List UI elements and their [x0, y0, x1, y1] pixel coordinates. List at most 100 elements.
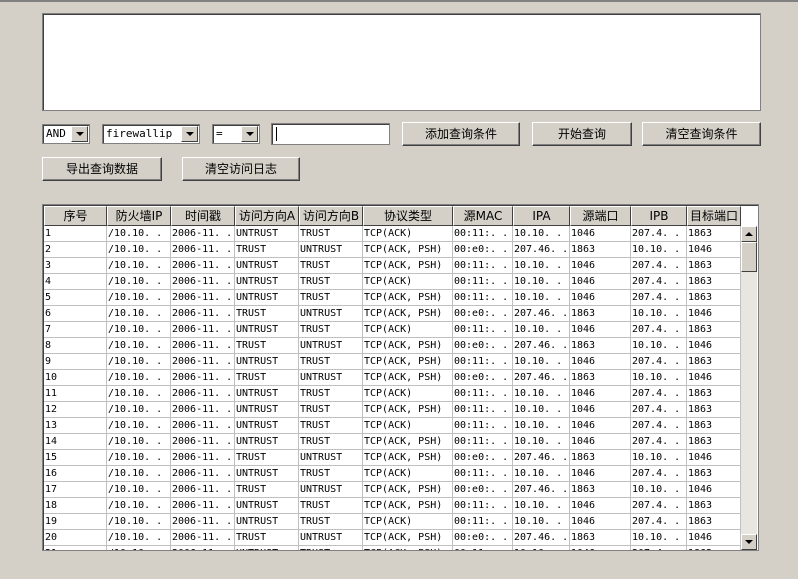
column-header-direction-b[interactable]: 访问方向B [299, 206, 363, 226]
column-header-protocol[interactable]: 协议类型 [363, 206, 453, 226]
condition-value-input[interactable] [271, 123, 390, 145]
chevron-down-icon[interactable] [181, 126, 198, 142]
cell-direction-a: UNTRUST [235, 514, 299, 530]
column-header-firewall-ip[interactable]: 防火墙IP [107, 206, 171, 226]
table-row[interactable]: 6/10.10. . . .2006-11. . .TRUSTUNTRUSTTC… [44, 306, 741, 322]
table-row[interactable]: 1/10.10. . . .2006-11. . .UNTRUSTTRUSTTC… [44, 226, 741, 242]
cell-timestamp: 2006-11. . . [171, 450, 235, 466]
cell-timestamp: 2006-11. . . [171, 306, 235, 322]
cell-firewall-ip: /10.10. . . . [107, 546, 171, 550]
table-row[interactable]: 10/10.10. . . .2006-11. . .TRUSTUNTRUSTT… [44, 370, 741, 386]
table-row[interactable]: 19/10.10. . . .2006-11. . .UNTRUSTTRUSTT… [44, 514, 741, 530]
cell-firewall-ip: /10.10. . . . [107, 514, 171, 530]
table-row[interactable]: 7/10.10. . . .2006-11. . .UNTRUSTTRUSTTC… [44, 322, 741, 338]
cell-src-mac: 00:11:. . . [453, 514, 513, 530]
clear-access-log-button[interactable]: 清空访问日志 [182, 157, 300, 181]
results-table[interactable]: 序号 防火墙IP 时间戳 访问方向A 访问方向B 协议类型 源MAC IPA 源端口 IPB 目标端… [42, 204, 759, 551]
column-header-ip-b[interactable]: IPB [631, 206, 687, 226]
column-header-ip-a[interactable]: IPA [513, 206, 570, 226]
chevron-down-icon[interactable] [71, 126, 88, 142]
add-condition-button[interactable]: 添加查询条件 [402, 122, 520, 146]
cell-dst-port: 1863 [687, 434, 741, 450]
cell-dst-port: 1863 [687, 418, 741, 434]
scroll-down-arrow-icon[interactable] [741, 534, 757, 550]
cell-src-port: 1863 [570, 530, 631, 546]
cell-src-port: 1863 [570, 482, 631, 498]
chevron-down-icon[interactable] [241, 126, 258, 142]
export-data-button[interactable]: 导出查询数据 [42, 157, 162, 181]
cell-seq: 13 [44, 418, 107, 434]
table-row[interactable]: 4/10.10. . . .2006-11. . .UNTRUSTTRUSTTC… [44, 274, 741, 290]
operator-value: = [216, 127, 223, 140]
cell-timestamp: 2006-11. . . [171, 354, 235, 370]
cell-seq: 6 [44, 306, 107, 322]
cell-direction-a: UNTRUST [235, 258, 299, 274]
table-row[interactable]: 17/10.10. . . .2006-11. . .TRUSTUNTRUSTT… [44, 482, 741, 498]
table-row[interactable]: 3/10.10. . . .2006-11. . .UNTRUSTTRUSTTC… [44, 258, 741, 274]
cell-direction-b: TRUST [299, 274, 363, 290]
cell-direction-b: TRUST [299, 290, 363, 306]
cell-ip-a: 10.10. . . [513, 402, 570, 418]
cell-timestamp: 2006-11. . . [171, 466, 235, 482]
table-header: 序号 防火墙IP 时间戳 访问方向A 访问方向B 协议类型 源MAC IPA 源端口 IPB 目标端… [44, 206, 741, 226]
cell-protocol: TCP(ACK) [363, 418, 453, 434]
table-row[interactable]: 2/10.10. . . .2006-11. . .TRUSTUNTRUSTTC… [44, 242, 741, 258]
cell-protocol: TCP(ACK) [363, 226, 453, 242]
cell-timestamp: 2006-11. . . [171, 370, 235, 386]
table-row[interactable]: 8/10.10. . . .2006-11. . .TRUSTUNTRUSTTC… [44, 338, 741, 354]
table-row[interactable]: 14/10.10. . . .2006-11. . .UNTRUSTTRUSTT… [44, 434, 741, 450]
table-row[interactable]: 21/10.10. . . .2006-11. . .UNTRUSTTRUSTT… [44, 546, 741, 550]
cell-seq: 10 [44, 370, 107, 386]
cell-direction-b: TRUST [299, 402, 363, 418]
table-row[interactable]: 20/10.10. . . .2006-11. . .TRUSTUNTRUSTT… [44, 530, 741, 546]
table-row[interactable]: 5/10.10. . . .2006-11. . .UNTRUSTTRUSTTC… [44, 290, 741, 306]
table-row[interactable]: 12/10.10. . . .2006-11. . .UNTRUSTTRUSTT… [44, 402, 741, 418]
operator-select[interactable]: = [212, 124, 260, 144]
table-row[interactable]: 15/10.10. . . .2006-11. . .TRUSTUNTRUSTT… [44, 450, 741, 466]
table-row[interactable]: 11/10.10. . . .2006-11. . .UNTRUSTTRUSTT… [44, 386, 741, 402]
cell-ip-b: 207.4. . . [631, 354, 687, 370]
clear-conditions-button[interactable]: 清空查询条件 [642, 122, 761, 146]
cell-direction-b: TRUST [299, 354, 363, 370]
scroll-up-arrow-icon[interactable] [741, 226, 757, 242]
table-row[interactable]: 9/10.10. . . .2006-11. . .UNTRUSTTRUSTTC… [44, 354, 741, 370]
cell-direction-b: TRUST [299, 322, 363, 338]
column-header-src-port[interactable]: 源端口 [570, 206, 631, 226]
table-row[interactable]: 13/10.10. . . .2006-11. . .UNTRUSTTRUSTT… [44, 418, 741, 434]
column-header-src-mac[interactable]: 源MAC [453, 206, 513, 226]
query-log-textarea[interactable] [42, 13, 761, 111]
cell-firewall-ip: /10.10. . . . [107, 242, 171, 258]
cell-protocol: TCP(ACK) [363, 514, 453, 530]
column-header-direction-a[interactable]: 访问方向A [235, 206, 299, 226]
cell-src-port: 1046 [570, 402, 631, 418]
window-top-border [0, 0, 798, 2]
cell-dst-port: 1046 [687, 482, 741, 498]
cell-direction-a: TRUST [235, 242, 299, 258]
cell-protocol: TCP(ACK) [363, 386, 453, 402]
cell-ip-a: 10.10. . . [513, 386, 570, 402]
table-row[interactable]: 18/10.10. . . .2006-11. . .UNTRUSTTRUSTT… [44, 498, 741, 514]
column-header-dst-port[interactable]: 目标端口 [687, 206, 741, 226]
logic-operator-value: AND [46, 127, 66, 140]
cell-dst-port: 1863 [687, 546, 741, 550]
cell-ip-b: 207.4. . . [631, 258, 687, 274]
cell-seq: 20 [44, 530, 107, 546]
cell-firewall-ip: /10.10. . . . [107, 402, 171, 418]
field-select[interactable]: firewallip [102, 124, 200, 144]
table-row[interactable]: 16/10.10. . . .2006-11. . .UNTRUSTTRUSTT… [44, 466, 741, 482]
vertical-scrollbar[interactable] [741, 226, 757, 550]
cell-seq: 11 [44, 386, 107, 402]
start-query-button[interactable]: 开始查询 [532, 122, 632, 146]
cell-src-port: 1046 [570, 498, 631, 514]
cell-timestamp: 2006-11. . . [171, 258, 235, 274]
cell-ip-b: 10.10. . . [631, 530, 687, 546]
cell-protocol: TCP(ACK) [363, 322, 453, 338]
scrollbar-thumb[interactable] [741, 242, 757, 272]
logic-operator-select[interactable]: AND [42, 124, 90, 144]
column-header-seq[interactable]: 序号 [44, 206, 107, 226]
cell-direction-a: UNTRUST [235, 290, 299, 306]
cell-direction-b: TRUST [299, 434, 363, 450]
cell-ip-b: 207.4. . . [631, 434, 687, 450]
cell-ip-a: 10.10. . . [513, 418, 570, 434]
column-header-timestamp[interactable]: 时间戳 [171, 206, 235, 226]
